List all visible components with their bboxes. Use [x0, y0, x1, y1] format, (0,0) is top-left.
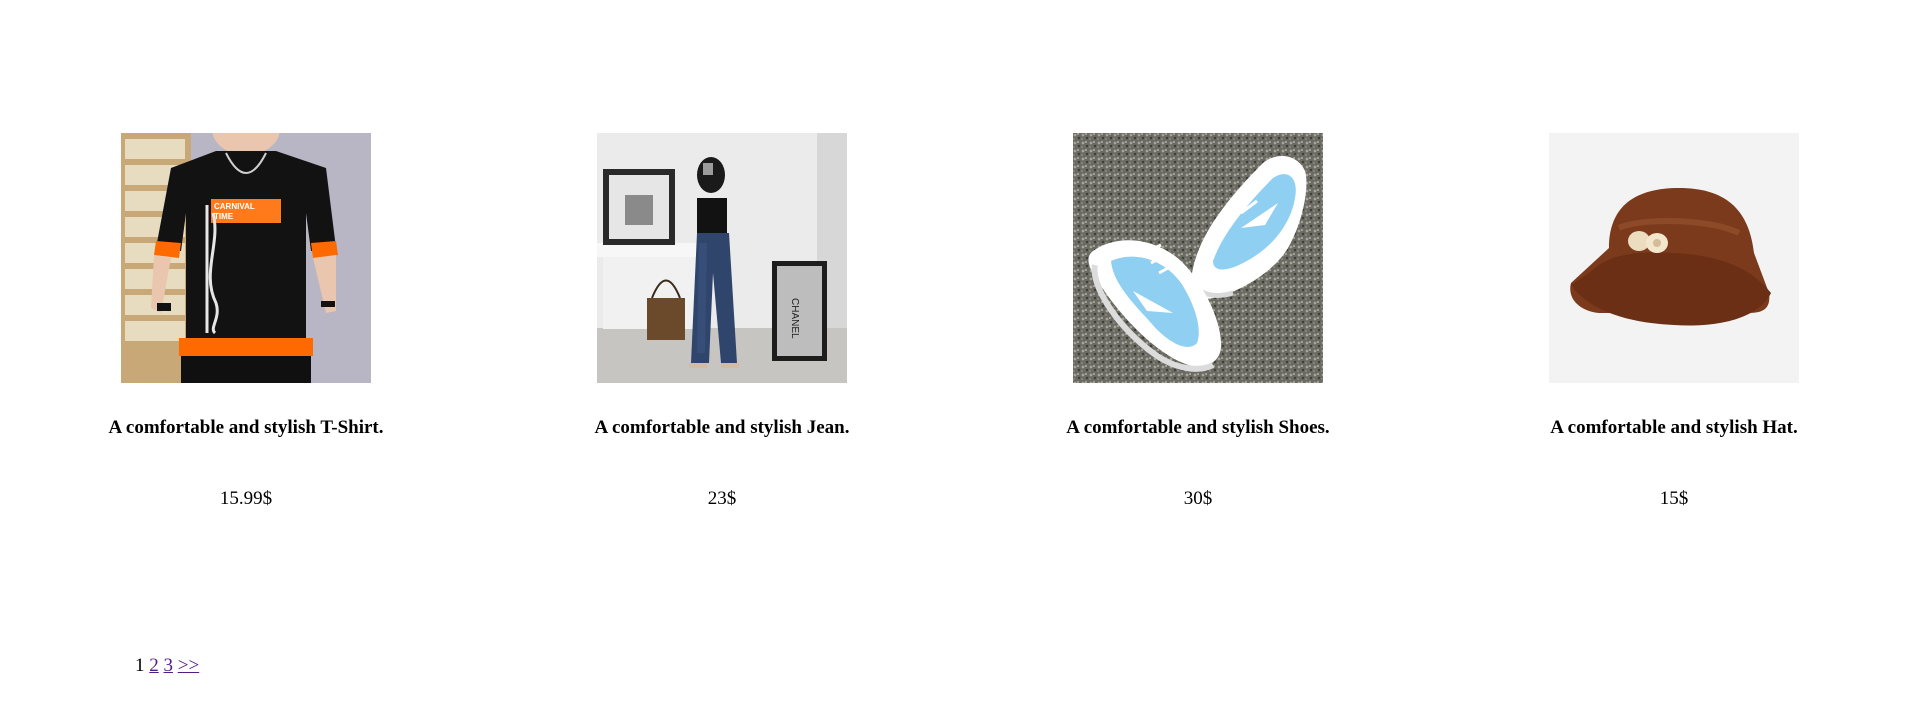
product-title: A comfortable and stylish T-Shirt. [108, 417, 384, 438]
product-price: 23$ [707, 488, 737, 509]
pagination: 1 2 3 >> [135, 654, 199, 677]
product-card[interactable]: CARNIVAL TIME A comfortable and stylish … [108, 133, 384, 509]
product-title: A comfortable and stylish Shoes. [1066, 417, 1330, 438]
pagination-current-page: 1 [135, 655, 145, 676]
product-price: 15.99$ [219, 488, 273, 509]
svg-text:TIME: TIME [214, 212, 234, 221]
svg-text:CHANEL: CHANEL [789, 298, 800, 339]
product-card[interactable]: CHANEL A comfortable and stylish Jean. 2… [595, 133, 849, 509]
product-title: A comfortable and stylish Hat. [1550, 417, 1798, 438]
product-price: 30$ [1183, 488, 1213, 509]
pagination-page-2[interactable]: 2 [149, 655, 159, 676]
product-image-hat[interactable] [1549, 133, 1799, 383]
product-image-shoes[interactable] [1073, 133, 1323, 383]
pagination-next-link[interactable]: >> [178, 655, 199, 676]
svg-text:CARNIVAL: CARNIVAL [214, 202, 255, 211]
product-card[interactable]: A comfortable and stylish Shoes. 30$ [1066, 133, 1330, 509]
product-price: 15$ [1659, 488, 1689, 509]
pagination-page-3[interactable]: 3 [164, 655, 174, 676]
product-card[interactable]: A comfortable and stylish Hat. 15$ [1549, 133, 1799, 509]
product-title: A comfortable and stylish Jean. [594, 417, 850, 438]
product-image-jean[interactable]: CHANEL [597, 133, 847, 383]
product-image-t-shirt[interactable]: CARNIVAL TIME [121, 133, 371, 383]
